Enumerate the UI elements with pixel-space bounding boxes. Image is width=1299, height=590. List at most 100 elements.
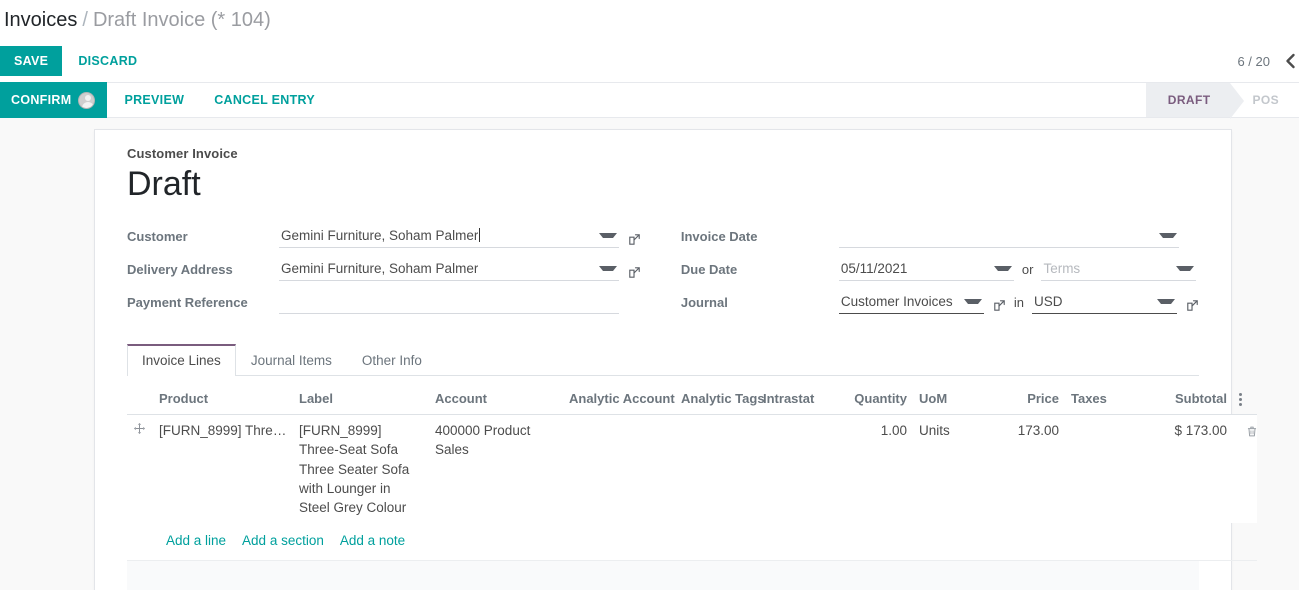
stage-draft[interactable]: DRAFT [1145, 83, 1245, 119]
tab-other-info[interactable]: Other Info [347, 344, 437, 376]
invoice-lines-table: Product Label Account Analytic Account A… [127, 376, 1257, 562]
invoice-date-input[interactable] [838, 226, 1179, 249]
header-product[interactable]: Product [153, 376, 293, 416]
customer-label: Customer [127, 229, 188, 245]
breadcrumb-current: Draft Invoice (* 104) [92, 8, 271, 31]
cell-analytic-account[interactable] [563, 415, 675, 523]
header-taxes[interactable]: Taxes [1065, 376, 1121, 416]
cell-actions [1233, 415, 1257, 523]
chevron-down-icon[interactable] [599, 265, 617, 271]
add-links: Add a line Add a section Add a note [133, 531, 1251, 550]
journal-external-link-icon[interactable] [993, 299, 1006, 314]
field-journal-row: Journal Customer Invoices in USD [680, 287, 1199, 315]
due-date-input[interactable]: 05/11/2021 [838, 259, 1014, 282]
header-handle [127, 376, 153, 416]
field-payment-reference-row: Payment Reference [127, 287, 647, 315]
delivery-address-input[interactable]: Gemini Furniture, Soham Palmer [279, 259, 619, 282]
customer-external-link-icon[interactable] [628, 233, 641, 248]
journal-input[interactable]: Customer Invoices [838, 292, 984, 315]
right-field-group: Invoice Date Due Date 05/11/2021 or Term… [647, 221, 1199, 315]
chevron-down-icon[interactable] [1158, 232, 1177, 238]
optional-columns-button[interactable] [1233, 376, 1257, 416]
chevron-down-icon[interactable] [1176, 265, 1195, 271]
table-header-row: Product Label Account Analytic Account A… [127, 376, 1257, 416]
cell-label[interactable]: [FURN_8999] Three-Seat Sofa Three Seater… [293, 415, 429, 523]
field-due-date-row: Due Date 05/11/2021 or Terms [680, 254, 1199, 282]
tab-invoice-lines[interactable]: Invoice Lines [127, 344, 236, 377]
cell-account[interactable]: 400000 Product Sales [429, 415, 563, 523]
chevron-down-icon[interactable] [599, 232, 617, 238]
currency-input[interactable]: USD [1032, 292, 1177, 315]
breadcrumb: Invoices / Draft Invoice (* 104) [0, 0, 1299, 40]
text-cursor [479, 228, 481, 243]
header-analytic-account[interactable]: Analytic Account [563, 376, 675, 416]
add-a-section-link[interactable]: Add a section [242, 531, 324, 550]
cell-price[interactable]: 173.00 [993, 415, 1065, 523]
breadcrumb-separator: / [82, 8, 88, 31]
pager: 6 / 20 [1237, 53, 1299, 69]
chevron-left-icon[interactable] [1284, 53, 1297, 69]
header-account[interactable]: Account [429, 376, 563, 416]
journal-label: Journal [680, 295, 728, 311]
cell-uom[interactable]: Units [913, 415, 993, 523]
breadcrumb-root-link[interactable]: Invoices [4, 9, 77, 32]
odoo-invoice-form: Invoices / Draft Invoice (* 104) SAVE DI… [0, 0, 1299, 590]
chevron-down-icon[interactable] [1157, 298, 1175, 304]
notebook-tabs: Invoice Lines Journal Items Other Info [127, 344, 1199, 377]
cell-intrastat[interactable] [757, 415, 833, 523]
header-analytic-tags[interactable]: Analytic Tags [675, 376, 765, 416]
totals-band [127, 561, 1199, 590]
delivery-address-external-link-icon[interactable] [628, 266, 641, 281]
header-label[interactable]: Label [293, 376, 429, 416]
in-separator-label: in [1013, 295, 1024, 311]
customer-input[interactable]: Gemini Furniture, Soham Palmer [279, 226, 619, 249]
field-customer-row: Customer Gemini Furniture, Soham Palmer [127, 221, 647, 249]
add-row: Add a line Add a section Add a note [127, 523, 1257, 562]
kebab-menu-icon [1239, 393, 1242, 407]
tab-journal-items[interactable]: Journal Items [236, 344, 347, 376]
header-intrastat[interactable]: Intrastat [757, 376, 833, 416]
form-background: Customer Invoice Draft Customer Gemini F… [0, 118, 1299, 590]
header-subtotal[interactable]: Subtotal [1121, 376, 1233, 416]
due-date-label: Due Date [680, 262, 738, 278]
sheet-subtitle: Customer Invoice [127, 146, 238, 161]
cell-taxes[interactable] [1065, 415, 1121, 523]
invoice-date-label: Invoice Date [680, 229, 758, 245]
confirm-button-label: CONFIRM [11, 93, 72, 107]
field-delivery-address-row: Delivery Address Gemini Furniture, Soham… [127, 254, 647, 282]
cancel-entry-button[interactable]: CANCEL ENTRY [201, 82, 328, 118]
drag-handle-icon[interactable] [127, 415, 153, 523]
confirm-button[interactable]: CONFIRM [0, 82, 108, 118]
header-uom[interactable]: UoM [913, 376, 993, 416]
cell-product[interactable]: [FURN_8999] Three-... [153, 415, 293, 523]
field-groups: Customer Gemini Furniture, Soham Palmer [127, 221, 1199, 315]
cell-quantity[interactable]: 1.00 [833, 415, 913, 523]
payment-reference-label: Payment Reference [127, 295, 248, 311]
invoice-sheet: Customer Invoice Draft Customer Gemini F… [94, 129, 1257, 590]
add-a-note-link[interactable]: Add a note [340, 531, 405, 550]
payment-reference-input[interactable] [279, 292, 619, 315]
cell-label-line-2: Three Seater Sofa with Lounger in Steel … [299, 461, 410, 515]
preview-button[interactable]: PREVIEW [111, 82, 197, 118]
payment-terms-placeholder: Terms [1043, 260, 1081, 276]
cell-analytic-tags[interactable] [675, 415, 757, 523]
header-quantity[interactable]: Quantity [833, 376, 913, 416]
statusbar-stages: DRAFT POS [1145, 83, 1299, 119]
discard-button[interactable]: DISCARD [64, 46, 151, 76]
notebook: Invoice Lines Journal Items Other Info P… [127, 344, 1257, 590]
user-avatar-cursor-icon [78, 91, 96, 109]
control-panel: SAVE DISCARD 6 / 20 [0, 40, 1299, 82]
header-price[interactable]: Price [993, 376, 1065, 416]
currency-external-link-icon[interactable] [1186, 299, 1199, 314]
chevron-down-icon[interactable] [993, 265, 1012, 271]
trash-icon[interactable] [1239, 425, 1258, 438]
left-field-group: Customer Gemini Furniture, Soham Palmer [127, 221, 647, 315]
save-button[interactable]: SAVE [0, 46, 63, 76]
add-a-line-link[interactable]: Add a line [166, 531, 226, 550]
due-date-value: 05/11/2021 [840, 260, 908, 276]
cell-subtotal: $ 173.00 [1174, 423, 1227, 439]
cell-label-line-1: [FURN_8999] Three-Seat Sofa [299, 423, 399, 458]
chevron-down-icon[interactable] [963, 298, 982, 304]
table-row[interactable]: [FURN_8999] Three-... [FURN_8999] Three-… [127, 414, 1257, 524]
payment-terms-input[interactable]: Terms [1041, 259, 1197, 282]
